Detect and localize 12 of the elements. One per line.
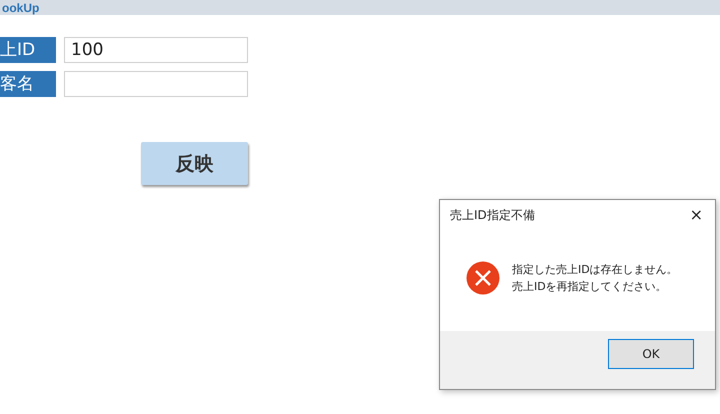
field-label: 客名 (0, 71, 56, 97)
input-field[interactable] (64, 71, 248, 97)
apply-button[interactable]: 反映 (141, 142, 248, 185)
error-icon (466, 260, 500, 294)
message-text: 指定した売上IDは存在しません。 (512, 262, 678, 278)
field-label: 上ID (0, 37, 56, 63)
message-text: 売上IDを再指定してください。 (512, 278, 668, 294)
page-title: ookUp (1, 1, 40, 15)
close-icon[interactable]: × (690, 207, 703, 223)
ok-button[interactable]: OK (608, 339, 694, 369)
dialog-title: 売上ID指定不備 (450, 206, 535, 224)
input-field[interactable]: 100 (64, 37, 248, 63)
